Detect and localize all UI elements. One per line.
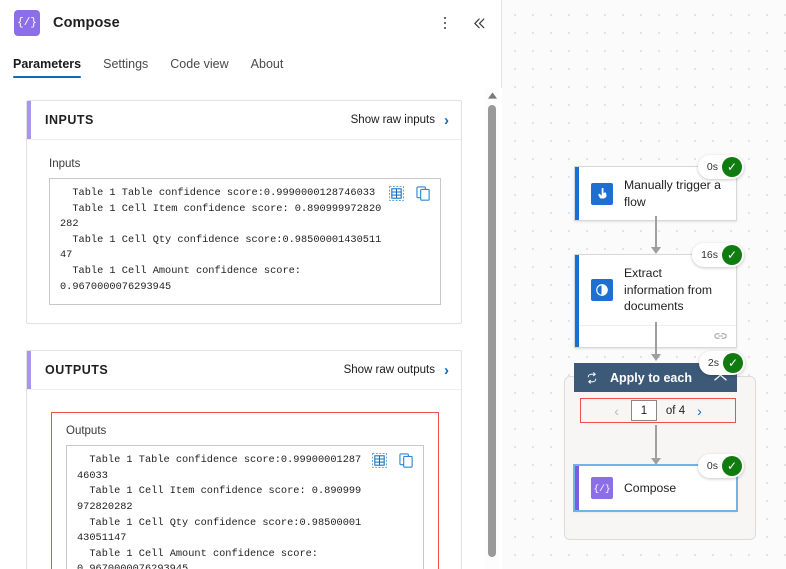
inputs-code-tools bbox=[389, 186, 431, 201]
scroll-up-arrow-icon[interactable] bbox=[485, 92, 499, 99]
ai-builder-icon bbox=[591, 279, 613, 301]
page-title: Compose bbox=[53, 15, 120, 31]
copy-icon[interactable] bbox=[399, 453, 414, 468]
outputs-highlight-region: Outputs Table 1 Table confidence score:0… bbox=[51, 412, 439, 569]
pager-total-label: of 4 bbox=[666, 405, 685, 417]
outputs-code-text: Table 1 Table confidence score:0.9990000… bbox=[77, 453, 413, 569]
node-label: Extract information from documents bbox=[624, 265, 724, 315]
outputs-card: OUTPUTS Show raw outputs › Outputs Table… bbox=[26, 350, 462, 569]
manual-trigger-icon bbox=[591, 183, 613, 205]
compose-icon: {/} bbox=[591, 477, 613, 499]
pager-next-icon[interactable]: › bbox=[694, 404, 705, 418]
pager-current-input[interactable] bbox=[631, 400, 657, 421]
panel-header: {/} Compose bbox=[0, 0, 501, 46]
inputs-code-text: Table 1 Table confidence score:0.9990000… bbox=[60, 186, 430, 295]
connection-link-icon[interactable] bbox=[714, 331, 727, 341]
loop-duration: 2s bbox=[708, 357, 719, 369]
panel-body: INPUTS Show raw inputs › Inputs Table 1 … bbox=[0, 88, 502, 569]
flow-canvas[interactable]: Manually trigger a flow 0s ✓ bbox=[502, 0, 786, 569]
tab-code-view[interactable]: Code view bbox=[170, 57, 228, 78]
panel-header-actions bbox=[435, 11, 489, 35]
manual-trigger-glyph bbox=[596, 187, 609, 200]
node-duration: 0s bbox=[707, 161, 718, 173]
app-root: {/} Compose Parameters Settings Code vie… bbox=[0, 0, 786, 569]
node-status-badge: 0s ✓ bbox=[698, 454, 744, 478]
connector-arrowhead bbox=[651, 354, 661, 361]
node-status-badge: 16s ✓ bbox=[692, 243, 744, 267]
copy-icon[interactable] bbox=[416, 186, 431, 201]
panel-scroll-area: INPUTS Show raw inputs › Inputs Table 1 … bbox=[0, 88, 484, 569]
flow-node-manually-trigger-a-flow[interactable]: Manually trigger a flow 0s ✓ bbox=[574, 166, 737, 221]
node-label: Compose bbox=[624, 480, 676, 497]
loop-icon bbox=[586, 372, 598, 384]
success-check-icon: ✓ bbox=[722, 157, 742, 177]
card-accent-bar bbox=[27, 351, 31, 389]
flow-node-compose[interactable]: {/} Compose 0s ✓ bbox=[574, 465, 737, 511]
outputs-card-title: OUTPUTS bbox=[45, 363, 108, 377]
success-check-icon: ✓ bbox=[722, 245, 742, 265]
kebab-menu-icon[interactable] bbox=[435, 11, 455, 35]
node-label: Manually trigger a flow bbox=[624, 177, 724, 210]
ai-builder-glyph bbox=[595, 283, 609, 297]
tab-about[interactable]: About bbox=[251, 57, 284, 78]
success-check-icon: ✓ bbox=[723, 353, 743, 373]
chevron-right-icon: › bbox=[444, 113, 449, 128]
connector-arrowhead bbox=[651, 247, 661, 254]
outputs-card-header: OUTPUTS Show raw outputs › bbox=[27, 351, 461, 390]
loop-status-badge: 2s ✓ bbox=[699, 351, 745, 375]
outputs-card-body: Outputs Table 1 Table confidence score:0… bbox=[27, 390, 461, 569]
panel-scrollbar[interactable] bbox=[485, 88, 499, 569]
success-check-icon: ✓ bbox=[722, 456, 742, 476]
compose-icon: {/} bbox=[14, 10, 40, 36]
table-view-icon[interactable] bbox=[372, 453, 387, 468]
tab-settings[interactable]: Settings bbox=[103, 57, 148, 78]
inputs-field-label: Inputs bbox=[49, 158, 441, 170]
node-duration: 0s bbox=[707, 460, 718, 472]
outputs-field-label: Outputs bbox=[66, 425, 424, 437]
outputs-code-box: Table 1 Table confidence score:0.9990000… bbox=[66, 445, 424, 569]
connector-loop-to-compose bbox=[655, 425, 657, 460]
pager-previous-icon[interactable]: ‹ bbox=[611, 404, 622, 418]
table-view-icon[interactable] bbox=[389, 186, 404, 201]
node-duration: 16s bbox=[701, 249, 718, 261]
inputs-card-header: INPUTS Show raw inputs › bbox=[27, 101, 461, 140]
node-footer bbox=[579, 325, 736, 347]
compose-icon-glyph: {/} bbox=[593, 483, 610, 494]
chevron-right-icon: › bbox=[444, 363, 449, 378]
loop-iteration-pager[interactable]: ‹ of 4 › bbox=[580, 398, 736, 423]
inputs-card: INPUTS Show raw inputs › Inputs Table 1 … bbox=[26, 100, 462, 324]
inputs-code-box: Table 1 Table confidence score:0.9990000… bbox=[49, 178, 441, 305]
inputs-card-body: Inputs Table 1 Table confidence score:0.… bbox=[27, 140, 461, 323]
double-chevron-left-icon[interactable] bbox=[469, 11, 489, 35]
apply-to-each-title: Apply to each bbox=[610, 371, 692, 385]
show-raw-outputs-link[interactable]: Show raw outputs › bbox=[344, 363, 449, 378]
compose-icon-glyph: {/} bbox=[17, 17, 37, 29]
scrollbar-thumb[interactable] bbox=[488, 105, 496, 557]
outputs-code-tools bbox=[372, 453, 414, 468]
card-accent-bar bbox=[27, 101, 31, 139]
show-raw-inputs-label: Show raw inputs bbox=[351, 114, 435, 126]
node-status-badge: 0s ✓ bbox=[698, 155, 744, 179]
show-raw-outputs-label: Show raw outputs bbox=[344, 364, 435, 376]
connector-arrowhead bbox=[651, 458, 661, 465]
connector-trigger-to-extract bbox=[655, 216, 657, 249]
panel-tabs: Parameters Settings Code view About bbox=[0, 46, 501, 78]
show-raw-inputs-link[interactable]: Show raw inputs › bbox=[351, 113, 449, 128]
action-details-panel: {/} Compose Parameters Settings Code vie… bbox=[0, 0, 502, 569]
double-chevron-left-glyph bbox=[472, 16, 487, 31]
inputs-card-title: INPUTS bbox=[45, 113, 94, 127]
apply-to-each-header[interactable]: Apply to each 2s ✓ bbox=[574, 363, 737, 392]
connector-extract-to-loop bbox=[655, 322, 657, 356]
tab-parameters[interactable]: Parameters bbox=[13, 57, 81, 78]
node-content: Extract information from documents bbox=[579, 255, 736, 347]
